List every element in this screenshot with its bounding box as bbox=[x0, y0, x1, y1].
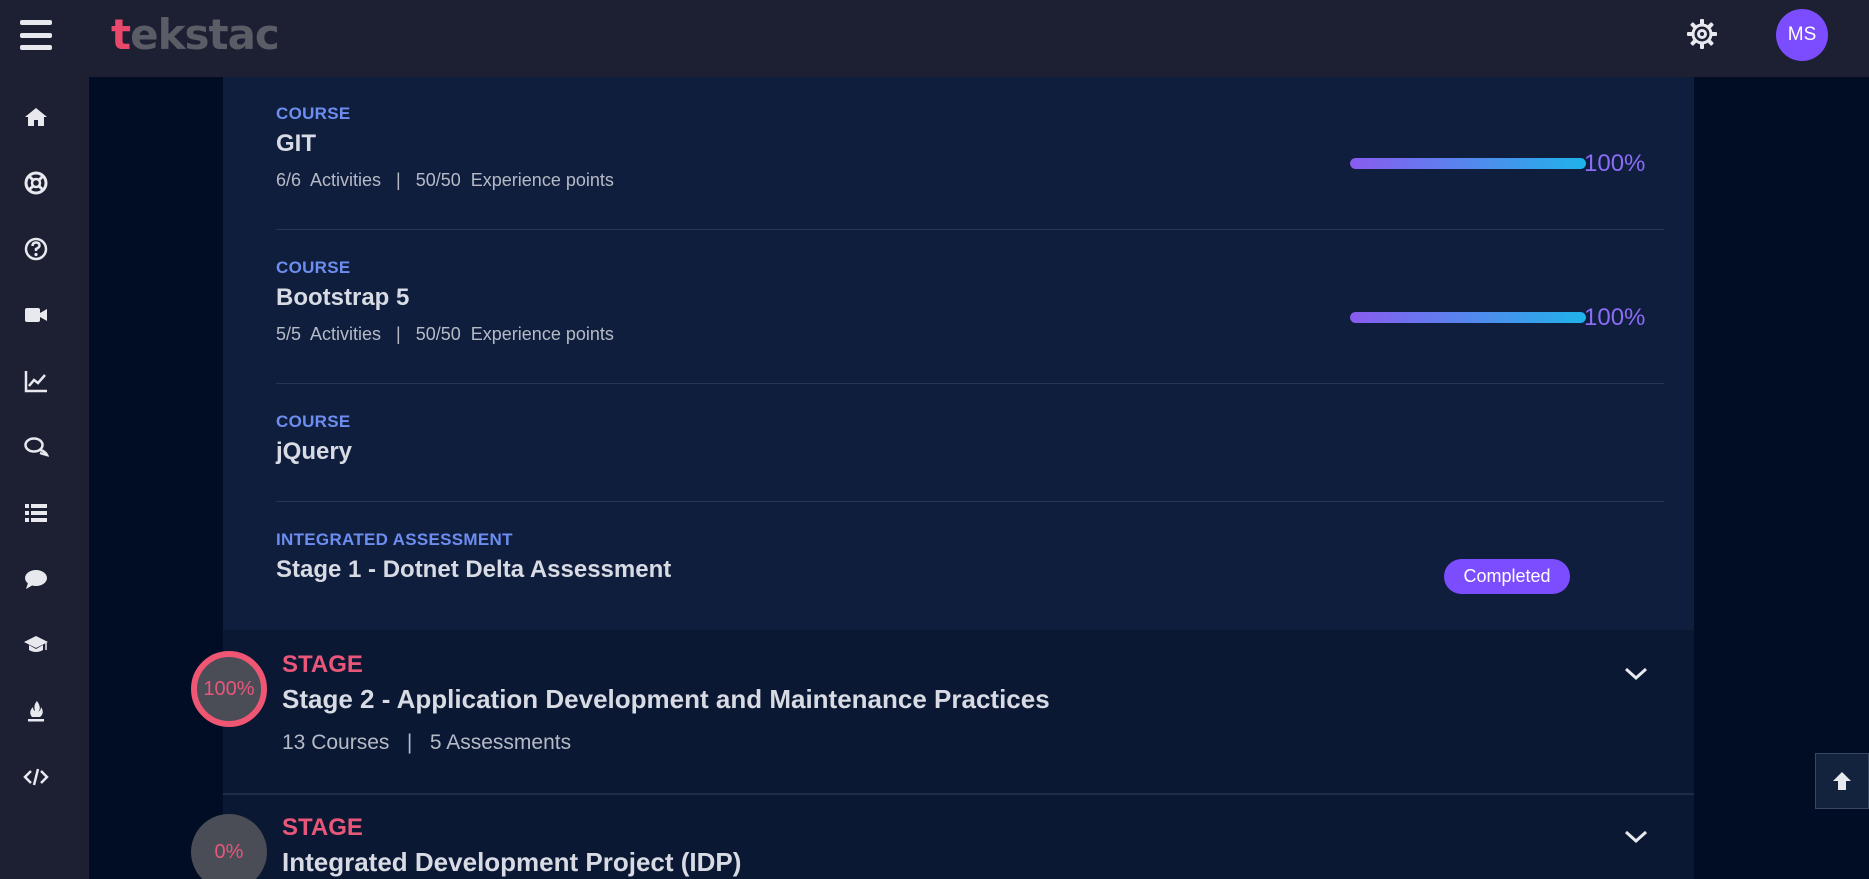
assessment-kind-label: INTEGRATED ASSESSMENT bbox=[276, 530, 513, 549]
stage-meta: 13 Courses | 5 Assessments bbox=[282, 731, 572, 754]
progress-fill bbox=[1350, 312, 1586, 323]
lifebuoy-icon[interactable] bbox=[20, 167, 52, 199]
course-meta: 6/6 Activities | 50/50 Experience points bbox=[276, 170, 614, 190]
scroll-to-top-button[interactable] bbox=[1815, 753, 1869, 809]
divider bbox=[276, 229, 1664, 230]
completed-badge: Completed bbox=[1444, 559, 1570, 594]
chevron-down-icon[interactable] bbox=[1622, 827, 1650, 847]
course-title[interactable]: GIT bbox=[276, 130, 1664, 158]
course-title[interactable]: jQuery bbox=[276, 438, 1664, 466]
top-bar: tekstac MS bbox=[0, 0, 1869, 77]
gear-icon[interactable] bbox=[1684, 16, 1720, 52]
stage-kind-label: STAGE bbox=[282, 814, 363, 841]
course-item-git[interactable]: COURSE GIT 6/6 Activities | 50/50 Experi… bbox=[276, 104, 1664, 191]
stage-title[interactable]: Integrated Development Project (IDP) bbox=[282, 847, 741, 878]
stage-title[interactable]: Stage 2 - Application Development and Ma… bbox=[282, 684, 1050, 715]
arrow-up-icon bbox=[1833, 772, 1851, 790]
list-icon[interactable] bbox=[20, 497, 52, 529]
course-item-jquery[interactable]: COURSE jQuery bbox=[276, 412, 1664, 466]
video-icon[interactable] bbox=[20, 299, 52, 331]
user-avatar[interactable]: MS bbox=[1776, 9, 1828, 61]
tekstac-logo[interactable]: tekstac bbox=[111, 10, 280, 59]
course-item-bootstrap[interactable]: COURSE Bootstrap 5 5/5 Activities | 50/5… bbox=[276, 258, 1664, 345]
code-icon[interactable] bbox=[20, 761, 52, 793]
progress-percent: 100% bbox=[1584, 304, 1646, 331]
progress-bar bbox=[1350, 312, 1586, 323]
sidebar bbox=[0, 77, 89, 879]
divider bbox=[276, 501, 1664, 502]
stage-progress-ring: 100% bbox=[191, 651, 267, 727]
graduation-cap-icon[interactable] bbox=[20, 629, 52, 661]
fire-icon[interactable] bbox=[20, 695, 52, 727]
divider bbox=[276, 383, 1664, 384]
home-icon[interactable] bbox=[20, 101, 52, 133]
hamburger-icon[interactable] bbox=[20, 20, 52, 50]
progress-bar bbox=[1350, 158, 1586, 169]
comment-icon[interactable] bbox=[20, 563, 52, 595]
chevron-down-icon[interactable] bbox=[1622, 664, 1650, 684]
course-kind-label: COURSE bbox=[276, 104, 351, 123]
chat-bubbles-icon[interactable] bbox=[20, 431, 52, 463]
stage-kind-label: STAGE bbox=[282, 651, 363, 678]
progress-percent: 100% bbox=[1584, 150, 1646, 177]
course-kind-label: COURSE bbox=[276, 258, 351, 277]
course-title[interactable]: Bootstrap 5 bbox=[276, 284, 1664, 312]
chart-line-icon[interactable] bbox=[20, 365, 52, 397]
help-icon[interactable] bbox=[20, 233, 52, 265]
progress-fill bbox=[1350, 158, 1586, 169]
course-meta: 5/5 Activities | 50/50 Experience points bbox=[276, 324, 614, 344]
course-kind-label: COURSE bbox=[276, 412, 351, 431]
